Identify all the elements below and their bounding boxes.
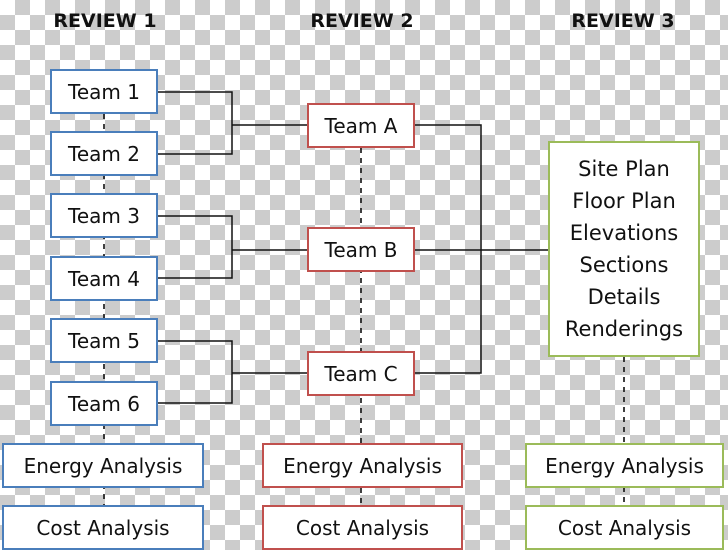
review3-cost-analysis: Cost Analysis — [525, 505, 724, 550]
team-6-box: Team 6 — [50, 381, 158, 426]
team-a-box: Team A — [307, 103, 415, 148]
deliverable-item: Sections — [579, 253, 669, 277]
review-1-header: REVIEW 1 — [53, 10, 157, 32]
review1-cost-analysis: Cost Analysis — [2, 505, 204, 550]
review2-energy-analysis: Energy Analysis — [262, 443, 463, 488]
bracket-team3-4 — [158, 215, 233, 279]
bracket-team5-6 — [158, 340, 233, 404]
team-4-box: Team 4 — [50, 256, 158, 301]
review3-energy-analysis: Energy Analysis — [525, 443, 724, 488]
team-1-box: Team 1 — [50, 69, 158, 114]
team-2-box: Team 2 — [50, 131, 158, 176]
team-5-box: Team 5 — [50, 318, 158, 363]
review2-cost-analysis: Cost Analysis — [262, 505, 463, 550]
deliverables-box: Site Plan Floor Plan Elevations Sections… — [548, 141, 700, 357]
deliverable-item: Site Plan — [578, 157, 670, 181]
review1-energy-analysis: Energy Analysis — [2, 443, 204, 488]
bracket-team1-2 — [158, 91, 233, 155]
deliverable-item: Details — [587, 285, 661, 309]
team-3-box: Team 3 — [50, 193, 158, 238]
deliverable-item: Floor Plan — [572, 189, 676, 213]
deliverable-item: Renderings — [564, 317, 684, 341]
review-3-header: REVIEW 3 — [571, 10, 675, 32]
team-c-box: Team C — [307, 351, 415, 396]
deliverable-item: Elevations — [569, 221, 679, 245]
review-2-header: REVIEW 2 — [310, 10, 414, 32]
bracket-team-a-c — [415, 124, 482, 374]
team-b-box: Team B — [307, 227, 415, 272]
